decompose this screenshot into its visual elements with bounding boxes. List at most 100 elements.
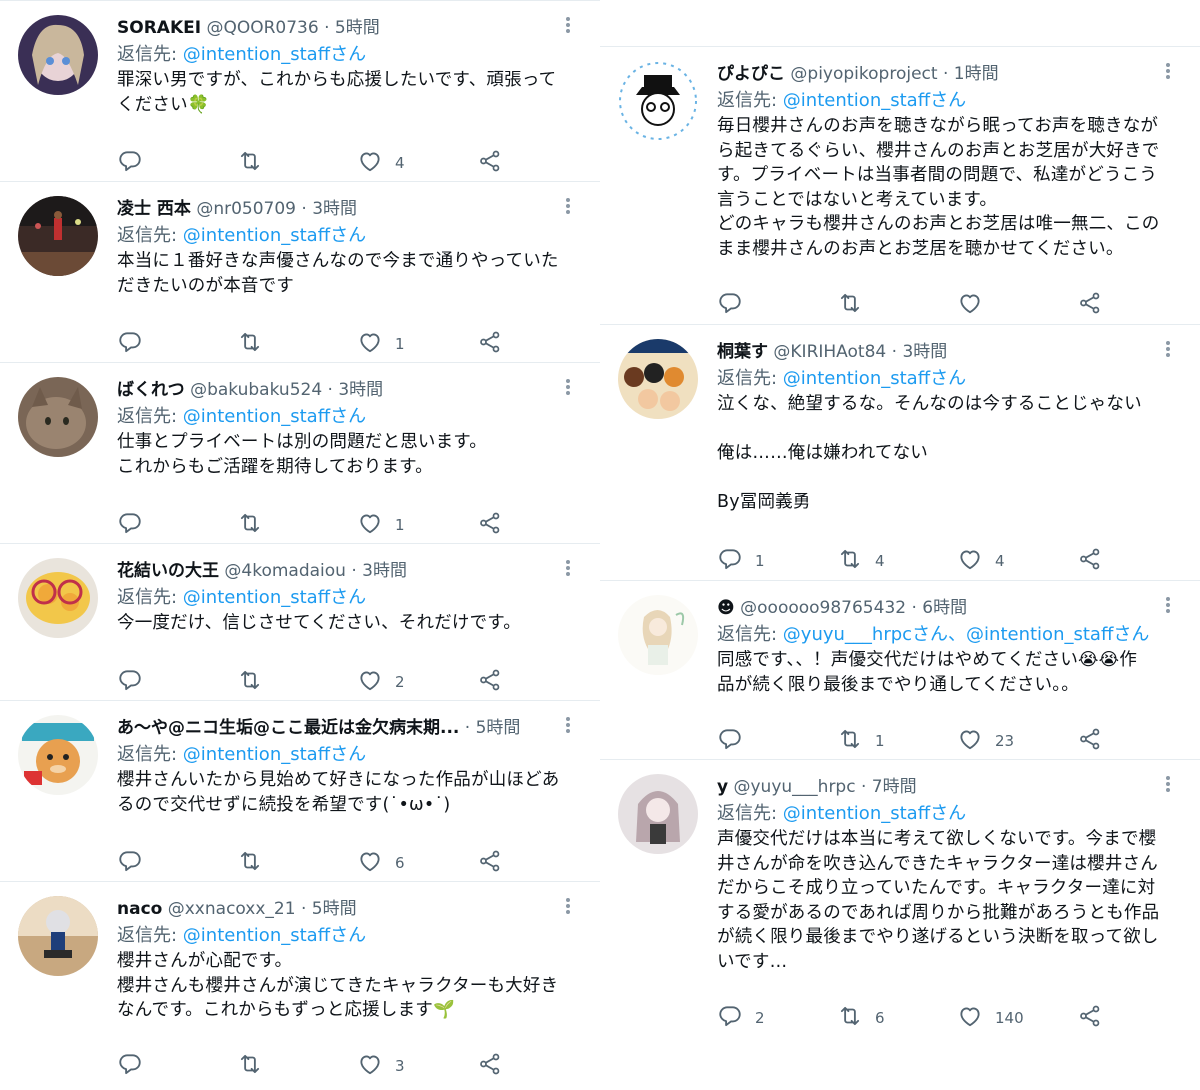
tweet[interactable]: y @yuyu___hrpc · 7時間 返信先: @intention_staf… [600,759,1200,1043]
avatar[interactable] [618,339,698,419]
like-button[interactable]: 4 [357,149,405,177]
more-icon[interactable] [558,558,578,584]
timestamp[interactable]: 5時間 [476,718,521,738]
timestamp[interactable]: 6時間 [922,598,967,618]
reply-mention[interactable]: @yuyu___hrpcさん、@intention_staffさん [783,624,1150,645]
like-button[interactable]: 1 [357,511,405,539]
tweet[interactable]: 凌士 西本 @nr050709 · 3時間 返信先: @intention_sta… [0,181,600,369]
share-button[interactable] [1077,547,1103,575]
more-icon[interactable] [1158,774,1178,800]
user-handle[interactable]: @4komadaiou [224,561,346,581]
tweet[interactable]: naco @xxnacoxx_21 · 5時間 返信先: @intention_s… [0,881,600,1090]
timestamp[interactable]: 3時間 [338,380,383,400]
retweet-button[interactable] [837,291,875,319]
user-handle[interactable]: @bakubaku524 [190,380,322,400]
timestamp[interactable]: 5時間 [312,899,357,919]
retweet-button[interactable] [237,1052,275,1080]
avatar[interactable] [18,15,98,95]
display-name[interactable]: SORAKEI [117,18,201,38]
share-button[interactable] [1077,727,1103,755]
timestamp[interactable]: 7時間 [872,777,917,797]
like-button[interactable] [957,291,995,319]
timestamp[interactable]: 1時間 [954,64,999,84]
share-button[interactable] [1077,1004,1103,1032]
display-name[interactable]: ぴよぴこ [717,64,785,84]
avatar[interactable] [618,595,698,675]
reply-button[interactable] [117,330,155,358]
reply-mention[interactable]: @intention_staffさん [183,744,366,765]
retweet-button[interactable] [237,330,275,358]
like-button[interactable]: 6 [357,849,405,877]
reply-mention[interactable]: @intention_staffさん [783,368,966,389]
user-handle[interactable]: @yuyu___hrpc [734,777,856,797]
more-icon[interactable] [558,715,578,741]
reply-mention[interactable]: @intention_staffさん [783,803,966,824]
display-name[interactable]: 凌士 西本 [117,199,191,219]
more-icon[interactable] [1158,61,1178,87]
user-handle[interactable]: @nr050709 [196,199,296,219]
tweet[interactable]: ☻ @oooooo98765432 · 6時間 返信先: @yuyu___hrpc… [600,580,1200,766]
display-name[interactable]: ばくれつ [117,380,185,400]
reply-mention[interactable]: @intention_staffさん [183,44,366,65]
avatar[interactable] [18,377,98,457]
user-handle[interactable]: @oooooo98765432 [740,598,906,618]
retweet-button[interactable] [237,149,275,177]
timestamp[interactable]: 3時間 [312,199,357,219]
retweet-button[interactable] [237,511,275,539]
tweet[interactable]: ばくれつ @bakubaku524 · 3時間 返信先: @intention_s… [0,362,600,550]
display-name[interactable]: あ〜や@ニコ生垢@ここ最近は金欠病末期... [117,718,459,738]
display-name[interactable]: naco [117,899,162,919]
share-button[interactable] [477,511,503,539]
reply-button[interactable] [117,849,155,877]
reply-mention[interactable]: @intention_staffさん [783,90,966,111]
reply-button[interactable] [117,668,155,696]
share-button[interactable] [477,330,503,358]
share-button[interactable] [477,668,503,696]
more-icon[interactable] [1158,339,1178,365]
avatar[interactable] [618,61,698,141]
reply-mention[interactable]: @intention_staffさん [183,406,366,427]
more-icon[interactable] [558,377,578,403]
user-handle[interactable]: @xxnacoxx_21 [168,899,296,919]
retweet-button[interactable]: 6 [837,1004,885,1032]
retweet-button[interactable]: 4 [837,547,885,575]
timestamp[interactable]: 5時間 [335,18,380,38]
reply-button[interactable] [717,291,755,319]
avatar[interactable] [18,896,98,976]
like-button[interactable]: 4 [957,547,1005,575]
avatar[interactable] [18,715,98,795]
tweet[interactable]: あ〜や@ニコ生垢@ここ最近は金欠病末期... · 5時間 返信先: @intent… [0,700,600,888]
retweet-button[interactable]: 1 [837,727,885,755]
more-icon[interactable] [1158,595,1178,621]
reply-mention[interactable]: @intention_staffさん [183,225,366,246]
more-icon[interactable] [558,896,578,922]
share-button[interactable] [477,849,503,877]
like-button[interactable]: 1 [357,330,405,358]
share-button[interactable] [477,1052,503,1080]
share-button[interactable] [477,149,503,177]
reply-button[interactable]: 1 [717,547,765,575]
like-button[interactable]: 3 [357,1052,405,1080]
avatar[interactable] [18,196,98,276]
share-button[interactable] [1077,291,1103,319]
display-name[interactable]: ☻ [717,598,735,618]
timestamp[interactable]: 3時間 [362,561,407,581]
reply-button[interactable]: 2 [717,1004,765,1032]
reply-button[interactable] [117,511,155,539]
tweet[interactable]: 花結いの大王 @4komadaiou · 3時間 返信先: @intention_… [0,543,600,707]
avatar[interactable] [618,774,698,854]
user-handle[interactable]: @QOOR0736 [206,18,318,38]
reply-mention[interactable]: @intention_staffさん [183,925,366,946]
reply-button[interactable] [117,149,155,177]
more-icon[interactable] [558,15,578,41]
avatar[interactable] [18,558,98,638]
like-button[interactable]: 2 [357,668,405,696]
display-name[interactable]: 花結いの大王 [117,561,219,581]
like-button[interactable]: 140 [957,1004,1024,1032]
reply-button[interactable] [717,727,755,755]
reply-mention[interactable]: @intention_staffさん [183,587,366,608]
tweet[interactable]: ぴよぴこ @piyopikoproject · 1時間 返信先: @intenti… [600,46,1200,330]
display-name[interactable]: y [717,777,728,797]
like-button[interactable]: 23 [957,727,1014,755]
user-handle[interactable]: @KIRIHAot84 [773,342,886,362]
